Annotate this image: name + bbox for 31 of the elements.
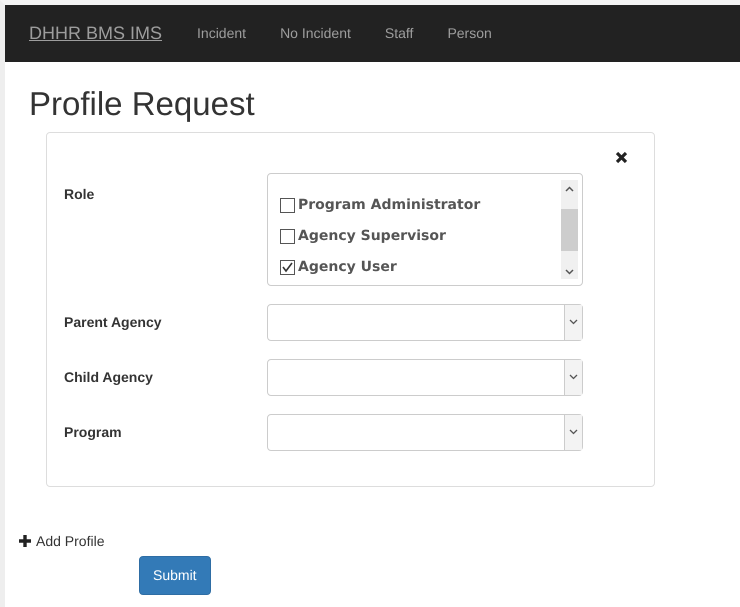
select-field[interactable] bbox=[267, 358, 583, 396]
field-label: Child Agency bbox=[64, 368, 154, 387]
brand-link[interactable]: DHHR BMS IMS bbox=[29, 20, 162, 47]
scroll-down-icon[interactable] bbox=[565, 268, 574, 275]
dropdown-icon bbox=[569, 429, 578, 436]
nav-link[interactable]: No Incident bbox=[263, 23, 368, 44]
option-label: Program Administrator bbox=[298, 196, 480, 215]
role-listbox[interactable]: Program Administrator Agency Supervisor Agency User bbox=[267, 172, 583, 286]
nav-link[interactable]: Person bbox=[430, 23, 509, 44]
add-profile-link[interactable]: Add Profile bbox=[36, 530, 104, 552]
page-title: Profile Request bbox=[29, 84, 256, 124]
nav-link[interactable]: Staff bbox=[368, 23, 430, 44]
select-field[interactable] bbox=[267, 304, 583, 341]
dropdown-icon bbox=[569, 374, 578, 380]
close-icon[interactable] bbox=[615, 150, 628, 164]
scroll-up-icon[interactable] bbox=[565, 186, 574, 192]
field-label: Parent Agency bbox=[64, 312, 163, 332]
dropdown-icon bbox=[569, 319, 578, 326]
select-field[interactable] bbox=[267, 414, 583, 451]
checkbox[interactable] bbox=[280, 228, 295, 244]
option-label: Agency Supervisor bbox=[298, 226, 446, 246]
checkbox[interactable] bbox=[280, 260, 295, 275]
field-label: Role bbox=[64, 184, 96, 204]
nav-link[interactable]: Incident bbox=[180, 23, 264, 44]
submit-button[interactable]: Submit bbox=[139, 556, 211, 595]
plus-icon[interactable] bbox=[18, 534, 32, 548]
scrollbar[interactable] bbox=[561, 180, 578, 279]
field-label: Program bbox=[64, 422, 123, 442]
scroll-thumb[interactable] bbox=[561, 209, 578, 252]
option-label: Agency User bbox=[298, 258, 397, 277]
checkbox[interactable] bbox=[280, 198, 295, 213]
